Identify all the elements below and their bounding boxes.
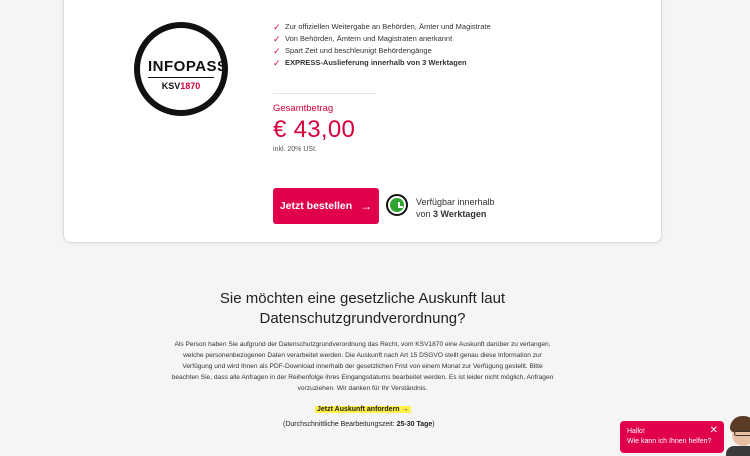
divider xyxy=(273,93,376,94)
duration-label: (Durchschnittliche Bearbeitungszeit: xyxy=(283,421,395,428)
logo-sub-prefix: KSV xyxy=(161,81,181,91)
clock-face xyxy=(390,198,404,212)
avatar-body xyxy=(726,446,750,456)
availability-prefix: von xyxy=(416,209,431,219)
logo-subtitle: KSV1870 xyxy=(140,81,222,91)
chat-widget[interactable]: Hallo! Wie kann ich Ihnen helfen? ✕ xyxy=(620,421,724,453)
duration-value: 25-30 Tage xyxy=(396,421,433,428)
clock-icon xyxy=(386,194,408,216)
logo-sub-accent: 1870 xyxy=(180,81,201,91)
logo-title: INFOPASS xyxy=(148,58,227,78)
arrow-right-icon: → xyxy=(401,406,409,413)
close-icon[interactable]: ✕ xyxy=(710,426,718,436)
price: € 43,00 xyxy=(273,116,356,143)
availability-line1: Verfügbar innerhalb xyxy=(416,197,495,207)
feature-item: ✓ EXPRESS-Auslieferung innerhalb von 3 We… xyxy=(273,57,491,69)
check-icon: ✓ xyxy=(273,34,281,44)
check-icon: ✓ xyxy=(273,58,281,68)
request-info-label: Jetzt Auskunft anfordern xyxy=(317,406,400,413)
feature-text: EXPRESS-Auslieferung innerhalb von 3 Wer… xyxy=(285,58,467,67)
order-button[interactable]: Jetzt bestellen → xyxy=(273,188,379,224)
gdpr-heading: Sie möchten eine gesetzliche Auskunft la… xyxy=(219,290,506,327)
duration-end: ) xyxy=(432,421,435,428)
clock-hand xyxy=(398,206,403,208)
check-icon: ✓ xyxy=(273,22,281,32)
feature-list: ✓ Zur offiziellen Weitergabe an Behörden,… xyxy=(273,21,491,69)
feature-text: Zur offiziellen Weitergabe an Behörden, … xyxy=(285,22,491,31)
feature-text: Von Behörden, Ämtern und Magistraten ane… xyxy=(285,34,453,43)
order-button-label: Jetzt bestellen xyxy=(279,200,353,212)
infopass-logo-inner: INFOPASS KSV1870 xyxy=(138,26,227,112)
feature-item: ✓ Spart Zeit und beschleunigt Behördengän… xyxy=(273,45,491,57)
processing-time: (Durchschnittliche Bearbeitungszeit: 25-… xyxy=(283,421,435,428)
availability-text: Verfügbar innerhalb von 3 Werktagen xyxy=(416,196,495,220)
availability-days: 3 Werktagen xyxy=(433,209,487,219)
avatar-hair xyxy=(730,416,750,432)
request-info-link[interactable]: Jetzt Auskunft anfordern → xyxy=(315,406,411,413)
chat-avatar[interactable] xyxy=(726,416,750,456)
avatar-glasses xyxy=(734,431,750,436)
chat-line2: Wie kann ich Ihnen helfen? xyxy=(627,438,712,445)
total-label: Gesamtbetrag xyxy=(273,103,334,114)
feature-item: ✓ Von Behörden, Ämtern und Magistraten an… xyxy=(273,33,491,45)
arrow-right-icon: → xyxy=(360,199,373,213)
chat-line1: Hallo! xyxy=(627,428,645,435)
feature-item: ✓ Zur offiziellen Weitergabe an Behörden,… xyxy=(273,21,491,33)
gdpr-body: Als Person haben Sie aufgrund der Datens… xyxy=(171,341,554,392)
check-icon: ✓ xyxy=(273,46,281,56)
availability-line2: von 3 Werktagen xyxy=(416,208,495,220)
feature-text: Spart Zeit und beschleunigt Behördengäng… xyxy=(285,46,432,55)
infopass-logo: INFOPASS KSV1870 xyxy=(134,22,228,116)
vat-note: inkl. 20% USt. xyxy=(273,146,317,153)
